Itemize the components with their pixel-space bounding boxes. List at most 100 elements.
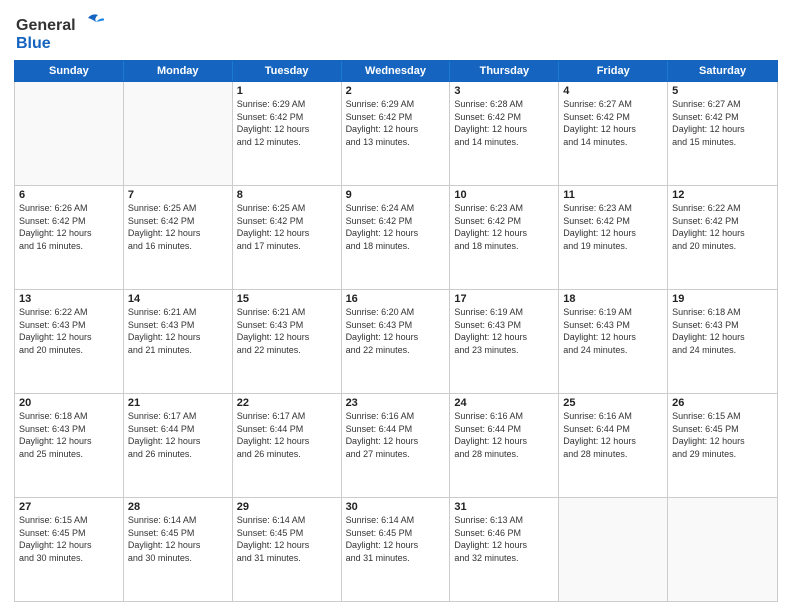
calendar-row: 27Sunrise: 6:15 AM Sunset: 6:45 PM Dayli… [15, 498, 777, 601]
day-detail: Sunrise: 6:29 AM Sunset: 6:42 PM Dayligh… [346, 98, 446, 148]
day-detail: Sunrise: 6:27 AM Sunset: 6:42 PM Dayligh… [672, 98, 773, 148]
day-number: 31 [454, 501, 554, 513]
day-detail: Sunrise: 6:28 AM Sunset: 6:42 PM Dayligh… [454, 98, 554, 148]
day-number: 11 [563, 189, 663, 201]
day-detail: Sunrise: 6:18 AM Sunset: 6:43 PM Dayligh… [19, 410, 119, 460]
calendar-cell: 4Sunrise: 6:27 AM Sunset: 6:42 PM Daylig… [559, 82, 668, 185]
logo: General Blue [14, 10, 104, 54]
day-number: 25 [563, 397, 663, 409]
day-number: 7 [128, 189, 228, 201]
weekday-header: Thursday [450, 61, 559, 81]
calendar: SundayMondayTuesdayWednesdayThursdayFrid… [14, 60, 778, 602]
svg-text:General: General [16, 17, 76, 34]
day-number: 2 [346, 85, 446, 97]
day-number: 24 [454, 397, 554, 409]
calendar-cell [124, 82, 233, 185]
calendar-cell: 26Sunrise: 6:15 AM Sunset: 6:45 PM Dayli… [668, 394, 777, 497]
calendar-cell: 27Sunrise: 6:15 AM Sunset: 6:45 PM Dayli… [15, 498, 124, 601]
calendar-cell: 20Sunrise: 6:18 AM Sunset: 6:43 PM Dayli… [15, 394, 124, 497]
calendar-cell: 14Sunrise: 6:21 AM Sunset: 6:43 PM Dayli… [124, 290, 233, 393]
day-number: 20 [19, 397, 119, 409]
day-number: 9 [346, 189, 446, 201]
calendar-cell: 7Sunrise: 6:25 AM Sunset: 6:42 PM Daylig… [124, 186, 233, 289]
calendar-cell: 21Sunrise: 6:17 AM Sunset: 6:44 PM Dayli… [124, 394, 233, 497]
day-number: 17 [454, 293, 554, 305]
calendar-cell: 23Sunrise: 6:16 AM Sunset: 6:44 PM Dayli… [342, 394, 451, 497]
weekday-header: Wednesday [342, 61, 451, 81]
calendar-cell: 28Sunrise: 6:14 AM Sunset: 6:45 PM Dayli… [124, 498, 233, 601]
day-detail: Sunrise: 6:14 AM Sunset: 6:45 PM Dayligh… [237, 514, 337, 564]
calendar-cell: 25Sunrise: 6:16 AM Sunset: 6:44 PM Dayli… [559, 394, 668, 497]
day-number: 30 [346, 501, 446, 513]
day-detail: Sunrise: 6:25 AM Sunset: 6:42 PM Dayligh… [128, 202, 228, 252]
day-detail: Sunrise: 6:18 AM Sunset: 6:43 PM Dayligh… [672, 306, 773, 356]
day-detail: Sunrise: 6:17 AM Sunset: 6:44 PM Dayligh… [237, 410, 337, 460]
day-number: 18 [563, 293, 663, 305]
day-number: 16 [346, 293, 446, 305]
calendar-row: 1Sunrise: 6:29 AM Sunset: 6:42 PM Daylig… [15, 82, 777, 186]
calendar-cell: 17Sunrise: 6:19 AM Sunset: 6:43 PM Dayli… [450, 290, 559, 393]
calendar-cell: 13Sunrise: 6:22 AM Sunset: 6:43 PM Dayli… [15, 290, 124, 393]
day-detail: Sunrise: 6:16 AM Sunset: 6:44 PM Dayligh… [563, 410, 663, 460]
day-number: 8 [237, 189, 337, 201]
day-detail: Sunrise: 6:14 AM Sunset: 6:45 PM Dayligh… [346, 514, 446, 564]
weekday-header: Tuesday [233, 61, 342, 81]
day-detail: Sunrise: 6:14 AM Sunset: 6:45 PM Dayligh… [128, 514, 228, 564]
weekday-header: Saturday [668, 61, 777, 81]
day-number: 27 [19, 501, 119, 513]
day-detail: Sunrise: 6:22 AM Sunset: 6:43 PM Dayligh… [19, 306, 119, 356]
calendar-cell: 8Sunrise: 6:25 AM Sunset: 6:42 PM Daylig… [233, 186, 342, 289]
day-detail: Sunrise: 6:21 AM Sunset: 6:43 PM Dayligh… [237, 306, 337, 356]
day-number: 13 [19, 293, 119, 305]
day-number: 19 [672, 293, 773, 305]
day-number: 29 [237, 501, 337, 513]
day-detail: Sunrise: 6:16 AM Sunset: 6:44 PM Dayligh… [346, 410, 446, 460]
day-detail: Sunrise: 6:23 AM Sunset: 6:42 PM Dayligh… [454, 202, 554, 252]
day-number: 3 [454, 85, 554, 97]
calendar-row: 20Sunrise: 6:18 AM Sunset: 6:43 PM Dayli… [15, 394, 777, 498]
day-number: 26 [672, 397, 773, 409]
logo-svg: General Blue [14, 10, 104, 54]
day-number: 15 [237, 293, 337, 305]
day-detail: Sunrise: 6:21 AM Sunset: 6:43 PM Dayligh… [128, 306, 228, 356]
calendar-cell: 19Sunrise: 6:18 AM Sunset: 6:43 PM Dayli… [668, 290, 777, 393]
day-detail: Sunrise: 6:13 AM Sunset: 6:46 PM Dayligh… [454, 514, 554, 564]
calendar-cell [15, 82, 124, 185]
calendar-cell: 22Sunrise: 6:17 AM Sunset: 6:44 PM Dayli… [233, 394, 342, 497]
day-number: 5 [672, 85, 773, 97]
calendar-cell: 2Sunrise: 6:29 AM Sunset: 6:42 PM Daylig… [342, 82, 451, 185]
calendar-cell: 1Sunrise: 6:29 AM Sunset: 6:42 PM Daylig… [233, 82, 342, 185]
day-detail: Sunrise: 6:16 AM Sunset: 6:44 PM Dayligh… [454, 410, 554, 460]
calendar-cell: 5Sunrise: 6:27 AM Sunset: 6:42 PM Daylig… [668, 82, 777, 185]
calendar-cell: 9Sunrise: 6:24 AM Sunset: 6:42 PM Daylig… [342, 186, 451, 289]
day-detail: Sunrise: 6:26 AM Sunset: 6:42 PM Dayligh… [19, 202, 119, 252]
day-detail: Sunrise: 6:29 AM Sunset: 6:42 PM Dayligh… [237, 98, 337, 148]
calendar-header: SundayMondayTuesdayWednesdayThursdayFrid… [14, 60, 778, 82]
calendar-cell: 10Sunrise: 6:23 AM Sunset: 6:42 PM Dayli… [450, 186, 559, 289]
day-detail: Sunrise: 6:20 AM Sunset: 6:43 PM Dayligh… [346, 306, 446, 356]
weekday-header: Friday [559, 61, 668, 81]
calendar-cell: 6Sunrise: 6:26 AM Sunset: 6:42 PM Daylig… [15, 186, 124, 289]
calendar-cell: 29Sunrise: 6:14 AM Sunset: 6:45 PM Dayli… [233, 498, 342, 601]
calendar-cell [668, 498, 777, 601]
header: General Blue [14, 10, 778, 54]
day-detail: Sunrise: 6:19 AM Sunset: 6:43 PM Dayligh… [563, 306, 663, 356]
svg-text:Blue: Blue [16, 35, 51, 52]
day-number: 4 [563, 85, 663, 97]
calendar-cell: 12Sunrise: 6:22 AM Sunset: 6:42 PM Dayli… [668, 186, 777, 289]
calendar-cell: 30Sunrise: 6:14 AM Sunset: 6:45 PM Dayli… [342, 498, 451, 601]
day-number: 22 [237, 397, 337, 409]
day-number: 6 [19, 189, 119, 201]
calendar-cell: 24Sunrise: 6:16 AM Sunset: 6:44 PM Dayli… [450, 394, 559, 497]
weekday-header: Sunday [15, 61, 124, 81]
day-detail: Sunrise: 6:22 AM Sunset: 6:42 PM Dayligh… [672, 202, 773, 252]
calendar-cell [559, 498, 668, 601]
day-detail: Sunrise: 6:27 AM Sunset: 6:42 PM Dayligh… [563, 98, 663, 148]
calendar-cell: 11Sunrise: 6:23 AM Sunset: 6:42 PM Dayli… [559, 186, 668, 289]
day-detail: Sunrise: 6:19 AM Sunset: 6:43 PM Dayligh… [454, 306, 554, 356]
calendar-body: 1Sunrise: 6:29 AM Sunset: 6:42 PM Daylig… [14, 82, 778, 602]
day-detail: Sunrise: 6:25 AM Sunset: 6:42 PM Dayligh… [237, 202, 337, 252]
calendar-cell: 31Sunrise: 6:13 AM Sunset: 6:46 PM Dayli… [450, 498, 559, 601]
day-number: 10 [454, 189, 554, 201]
day-number: 12 [672, 189, 773, 201]
